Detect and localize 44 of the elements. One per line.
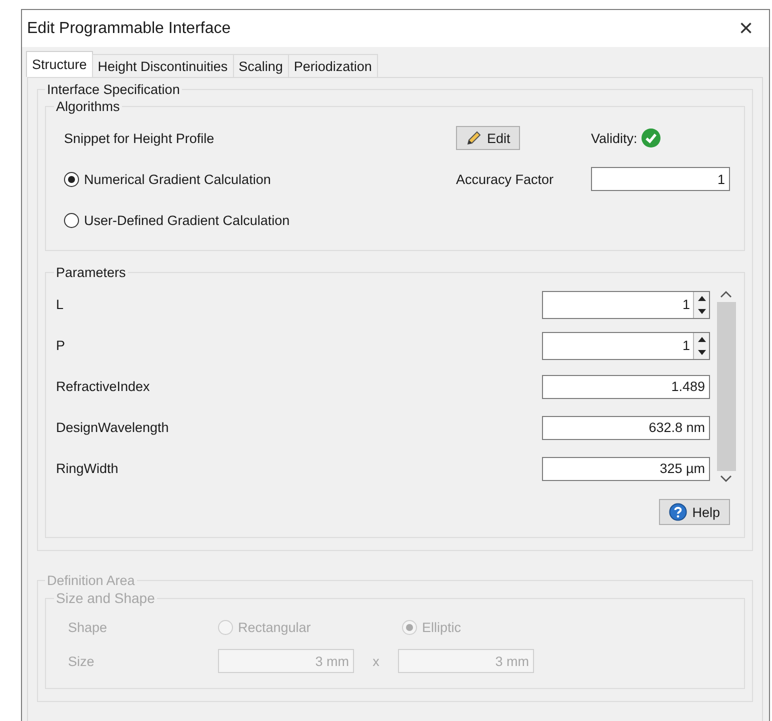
validity-label: Validity:	[591, 130, 638, 146]
parameter-label: P	[56, 338, 66, 353]
scroll-up-icon[interactable]	[720, 290, 732, 298]
parameter-field[interactable]: 1.489	[542, 374, 710, 398]
shape-label: Shape	[68, 620, 108, 634]
group-title: Algorithms	[55, 99, 121, 114]
tab[interactable]: Scaling	[232, 54, 289, 77]
parameter-field[interactable]: 325 µm	[542, 456, 710, 480]
accuracy-field[interactable]: 1	[591, 167, 730, 191]
radio-label: Rectangular	[238, 620, 311, 634]
help-button[interactable]: Help	[659, 499, 730, 525]
radio-label: User-Defined Gradient Calculation	[84, 212, 290, 228]
tab[interactable]: Height Discontinuities	[92, 54, 234, 77]
down-arrow-icon[interactable]	[698, 308, 706, 314]
radio-button[interactable]	[64, 212, 79, 228]
close-button[interactable]: ×	[723, 10, 769, 47]
window-title: Edit Programmable Interface	[27, 20, 231, 38]
down-arrow-icon[interactable]	[698, 350, 706, 354]
group-title: Definition Area	[46, 573, 136, 588]
up-arrow-icon[interactable]	[698, 296, 706, 300]
radio-label: Elliptic	[422, 620, 462, 634]
help-icon	[669, 503, 688, 521]
scroll-down-icon[interactable]	[720, 475, 732, 483]
spinner-field[interactable]: 1	[542, 332, 710, 360]
radio-button[interactable]	[64, 172, 79, 186]
spinner-field[interactable]: 1	[542, 290, 710, 318]
tab[interactable]: Periodization	[288, 54, 378, 77]
times-sign: x	[372, 654, 380, 668]
parameter-label: DesignWavelength	[56, 420, 169, 435]
tab[interactable]: Structure	[26, 51, 93, 77]
parameter-field[interactable]: 632.8 nm	[542, 416, 710, 440]
up-arrow-icon[interactable]	[698, 336, 706, 342]
edit-button[interactable]: Edit	[456, 126, 520, 150]
group-title: Interface Specification	[46, 82, 181, 97]
snippet-label: Snippet for Height Profile	[64, 130, 216, 146]
parameter-label: L	[56, 297, 64, 312]
group-title: Parameters	[55, 265, 127, 280]
size-label: Size	[68, 654, 96, 668]
pencil-icon	[466, 130, 482, 146]
group-title: Size and Shape	[55, 590, 156, 606]
parameter-label: RingWidth	[56, 461, 118, 476]
radio-label: Numerical Gradient Calculation	[84, 172, 271, 186]
parameter-label: RefractiveIndex	[56, 379, 150, 394]
accuracy-label: Accuracy Factor	[456, 172, 555, 186]
